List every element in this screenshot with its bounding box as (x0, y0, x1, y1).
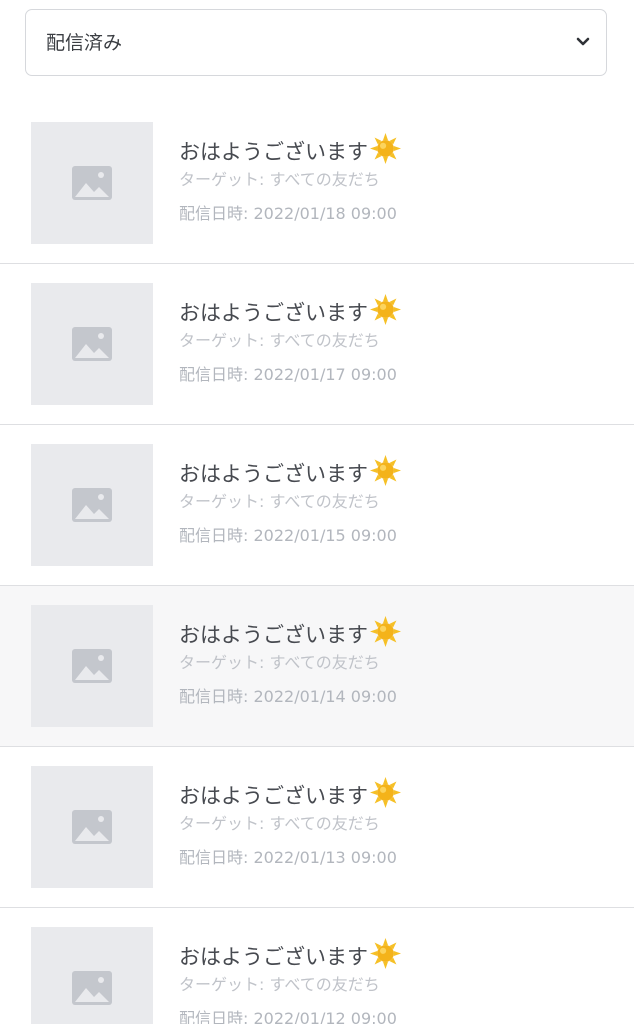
message-title-text: おはようございます (179, 462, 368, 486)
chevron-down-icon (576, 37, 590, 46)
message-target: ターゲット: すべての友だち (179, 492, 380, 511)
message-title: おはようございます (179, 294, 401, 326)
sun-icon (370, 616, 401, 647)
image-placeholder-icon (72, 166, 112, 200)
message-date: 配信日時: 2022/01/17 09:00 (179, 365, 397, 384)
message-date: 配信日時: 2022/01/12 09:00 (179, 1009, 397, 1024)
image-placeholder-icon (72, 488, 112, 522)
message-title: おはようございます (179, 938, 401, 970)
message-thumbnail (31, 927, 153, 1024)
message-target: ターゲット: すべての友だち (179, 814, 380, 833)
message-title-text: おはようございます (179, 945, 368, 969)
message-history-screen: 配信済み おはようございます ターゲット: すべての友だち 配信日時: 2022… (0, 0, 634, 1024)
image-placeholder-icon (72, 649, 112, 683)
sun-icon (370, 938, 401, 969)
message-title-text: おはようございます (179, 623, 368, 647)
sun-icon (370, 133, 401, 164)
message-date: 配信日時: 2022/01/18 09:00 (179, 204, 397, 223)
message-thumbnail (31, 444, 153, 566)
message-target: ターゲット: すべての友だち (179, 653, 380, 672)
message-row[interactable]: おはようございます ターゲット: すべての友だち 配信日時: 2022/01/1… (0, 586, 634, 747)
message-date: 配信日時: 2022/01/13 09:00 (179, 848, 397, 867)
message-row[interactable]: おはようございます ターゲット: すべての友だち 配信日時: 2022/01/1… (0, 747, 634, 908)
image-placeholder-icon (72, 810, 112, 844)
message-date: 配信日時: 2022/01/14 09:00 (179, 687, 397, 706)
message-date: 配信日時: 2022/01/15 09:00 (179, 526, 397, 545)
message-row[interactable]: おはようございます ターゲット: すべての友だち 配信日時: 2022/01/1… (0, 908, 634, 1024)
message-row[interactable]: おはようございます ターゲット: すべての友だち 配信日時: 2022/01/1… (0, 264, 634, 425)
delivery-status-value: 配信済み (46, 32, 123, 54)
sun-icon (370, 777, 401, 808)
sun-icon (370, 455, 401, 486)
sun-icon (370, 294, 401, 325)
message-target: ターゲット: すべての友だち (179, 170, 380, 189)
message-thumbnail (31, 605, 153, 727)
message-title-text: おはようございます (179, 301, 368, 325)
image-placeholder-icon (72, 971, 112, 1005)
delivery-status-select[interactable]: 配信済み (25, 9, 607, 76)
message-row[interactable]: おはようございます ターゲット: すべての友だち 配信日時: 2022/01/1… (0, 425, 634, 586)
message-title: おはようございます (179, 133, 401, 165)
message-title: おはようございます (179, 455, 401, 487)
message-target: ターゲット: すべての友だち (179, 975, 380, 994)
message-title: おはようございます (179, 777, 401, 809)
message-title-text: おはようございます (179, 140, 368, 164)
message-thumbnail (31, 122, 153, 244)
message-row[interactable]: おはようございます ターゲット: すべての友だち 配信日時: 2022/01/1… (0, 103, 634, 264)
message-list: おはようございます ターゲット: すべての友だち 配信日時: 2022/01/1… (0, 103, 634, 1024)
image-placeholder-icon (72, 327, 112, 361)
message-title: おはようございます (179, 616, 401, 648)
message-title-text: おはようございます (179, 784, 368, 808)
message-thumbnail (31, 766, 153, 888)
message-thumbnail (31, 283, 153, 405)
message-target: ターゲット: すべての友だち (179, 331, 380, 350)
